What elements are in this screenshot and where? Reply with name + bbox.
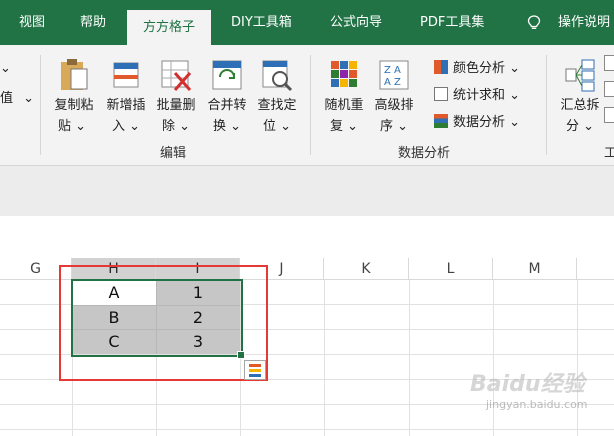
tab-diy-toolbox[interactable]: DIY工具箱 [231,0,292,45]
copy-paste-label-2: 贴 ⌄ [58,119,87,134]
color-analysis-label: 颜色分析 [453,61,506,76]
watermark-logo: Baidu经验 [470,372,585,397]
insert-label: 新增插 [106,98,146,113]
lightbulb-icon [527,15,541,29]
ribbon-panel: ⌄ 值 ⌄ 复制粘 贴 ⌄ 新增插 入 ⌄ 批量删 除 ⌄ 合并转 换 ⌄ 查找… [0,45,614,166]
find-locate-label: 查找定 [257,98,297,113]
group-title-analysis: 数据分析 [398,146,451,161]
batch-delete-label: 批量删 [156,98,196,113]
data-analysis-icon [434,114,448,128]
worksheet-top-space [0,216,614,258]
summary-split-icon [565,59,595,92]
right-partial-icon[interactable] [604,55,614,71]
right-partial-icon[interactable] [604,107,614,123]
left-partial-dropdown[interactable]: ⌄ [0,61,11,76]
merge-convert-label-2: 换 ⌄ [213,119,242,134]
merge-convert-label: 合并转 [207,98,247,113]
data-analysis-label: 数据分析 [453,115,506,130]
chevron-down-icon: ⌄ [23,91,35,106]
chevron-down-icon: ⌄ [509,88,521,103]
chevron-down-icon: ⌄ [509,61,521,76]
find-locate-label-2: 位 ⌄ [263,119,292,134]
insert-rows-icon [113,62,139,88]
color-analysis-button[interactable]: 颜色分析 ⌄ [434,57,520,76]
find-magnifier-icon [262,60,293,92]
group-title-edit: 编辑 [160,146,187,161]
sum-count-icon [434,87,448,101]
data-analysis-button[interactable]: 数据分析 ⌄ [434,111,520,130]
insert-label-2: 入 ⌄ [112,119,141,134]
tab-formula-wizard[interactable]: 公式向导 [330,0,382,45]
random-repeat-label-2: 复 ⌄ [330,119,359,134]
tab-tell-me[interactable]: 操作说明 [558,0,610,45]
tab-help[interactable]: 帮助 [80,0,106,45]
left-partial-button[interactable]: 值 ⌄ [0,87,34,106]
chevron-down-icon: ⌄ [0,61,11,76]
grid-line [0,429,614,430]
column-header-m[interactable]: M [493,258,577,280]
column-header-l[interactable]: L [409,258,493,280]
right-partial-icon[interactable] [604,81,614,97]
batch-delete-label-2: 除 ⌄ [162,119,191,134]
left-partial-label: 值 [0,91,14,106]
svg-text:Z A: Z A [384,65,401,76]
color-analysis-icon [434,60,448,74]
sum-count-label: 统计求和 [453,88,506,103]
advanced-sort-label: 高级排 [374,98,414,113]
group-separator [310,55,311,155]
advanced-sort-label-2: 序 ⌄ [380,119,409,134]
delete-grid-icon [161,60,192,91]
summary-split-label-2: 分 ⌄ [566,119,595,134]
chevron-down-icon: ⌄ [509,115,521,130]
group-title-partial: 工 [604,146,614,161]
sum-count-button[interactable]: 统计求和 ⌄ [434,84,520,103]
ribbon-tab-bar: 视图 帮助 方方格子 DIY工具箱 公式向导 PDF工具集 操作说明 [0,0,614,45]
clipboard-icon [61,59,88,90]
merge-convert-icon [212,60,242,90]
watermark-url: jingyan.baidu.com [486,398,588,411]
tab-fangfang-gezi[interactable]: 方方格子 [127,10,211,45]
tab-view[interactable]: 视图 [19,0,45,45]
copy-paste-label: 复制粘 [54,98,94,113]
column-header-partial[interactable] [577,258,614,280]
formula-bar-area [0,166,614,216]
column-header-k[interactable]: K [324,258,409,280]
tab-pdf-tools[interactable]: PDF工具集 [420,0,484,45]
highlight-annotation-box [59,265,268,381]
quick-analysis-button[interactable] [244,360,266,380]
svg-text:A Z: A Z [384,77,401,88]
summary-split-label: 汇总拆 [560,98,600,113]
random-repeat-label: 随机重 [324,98,364,113]
sort-az-icon: Z A A Z [379,60,409,90]
quick-analysis-icon [249,364,261,377]
group-separator [546,55,547,155]
random-blocks-icon [331,61,357,87]
group-separator [40,55,41,155]
